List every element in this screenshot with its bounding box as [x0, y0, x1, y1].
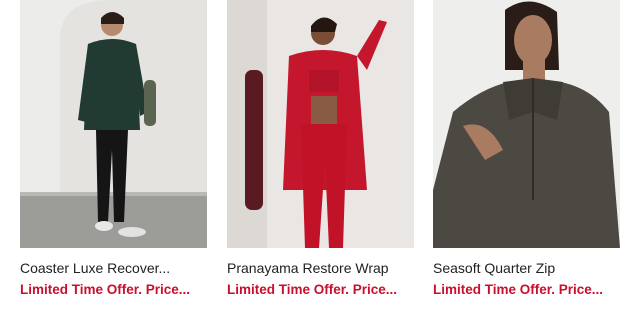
product-photo[interactable] — [227, 0, 414, 248]
product-photo-icon — [433, 0, 620, 248]
product-card[interactable]: Seasoft Quarter Zip Limited Time Offer. … — [433, 0, 620, 299]
product-photo[interactable] — [20, 0, 207, 248]
product-photo-icon — [20, 0, 207, 248]
product-offer[interactable]: Limited Time Offer. Price... — [433, 281, 618, 299]
product-grid: Coaster Luxe Recover... Limited Time Off… — [0, 0, 640, 312]
product-offer[interactable]: Limited Time Offer. Price... — [20, 281, 205, 299]
product-photo-icon — [227, 0, 414, 248]
product-title[interactable]: Pranayama Restore Wrap — [227, 259, 412, 277]
product-title[interactable]: Seasoft Quarter Zip — [433, 259, 618, 277]
product-photo[interactable] — [433, 0, 620, 248]
product-title[interactable]: Coaster Luxe Recover... — [20, 259, 205, 277]
product-offer[interactable]: Limited Time Offer. Price... — [227, 281, 412, 299]
product-card[interactable]: Pranayama Restore Wrap Limited Time Offe… — [227, 0, 414, 299]
product-card[interactable]: Coaster Luxe Recover... Limited Time Off… — [20, 0, 207, 299]
